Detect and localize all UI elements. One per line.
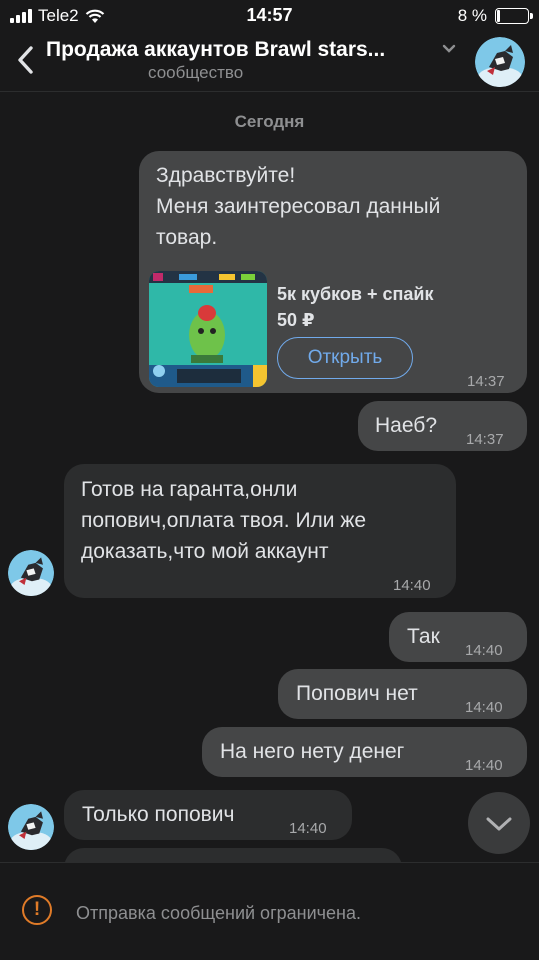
message-text: Попович нет	[296, 682, 418, 705]
message-bubble-in[interactable]: Готов на гаранта,онли попович,оплата тво…	[64, 464, 456, 598]
message-text: На него нету денег	[220, 740, 405, 763]
status-bar: Tele2 14:57 8 %	[0, 0, 539, 30]
chat-title-area[interactable]: Продажа аккаунтов Brawl stars...	[46, 38, 466, 62]
message-time: 14:40	[289, 820, 327, 837]
battery-percent: 8 %	[457, 6, 487, 25]
message-bubble-out[interactable]: На него нету денег 14:40	[202, 727, 527, 777]
message-text: Так	[407, 625, 440, 648]
message-time: 14:40	[393, 577, 431, 594]
message-time: 14:40	[465, 757, 503, 774]
message-line: товар.	[156, 226, 218, 249]
chat-subtitle: сообщество	[148, 63, 244, 82]
product-price: 50 ₽	[277, 310, 315, 330]
message-text: Только попович	[82, 803, 235, 826]
battery-icon	[495, 8, 533, 24]
sender-avatar[interactable]	[8, 804, 54, 850]
message-line: доказать,что мой аккаунт	[81, 540, 329, 563]
message-bubble-out[interactable]: Наеб? 14:37	[358, 401, 527, 451]
chat-title: Продажа аккаунтов Brawl stars...	[46, 38, 386, 61]
chevron-down-icon[interactable]	[442, 44, 456, 54]
open-product-button[interactable]: Открыть	[277, 337, 413, 379]
message-time: 14:40	[465, 699, 503, 716]
message-line: Здравствуйте!	[156, 164, 296, 187]
message-text: Наеб?	[375, 414, 437, 437]
restriction-notice: Отправка сообщений ограничена.	[76, 903, 361, 923]
chevron-left-icon[interactable]	[14, 44, 38, 76]
chat-header: Продажа аккаунтов Brawl stars... сообщес…	[0, 30, 539, 92]
message-bubble-out[interactable]: Здравствуйте! Меня заинтересовал данный …	[139, 151, 527, 393]
date-separator: Сегодня	[234, 112, 305, 131]
message-bubble-in[interactable]: Только попович 14:40	[64, 790, 352, 840]
message-line: Готов на гаранта,онли	[81, 478, 298, 501]
product-image[interactable]	[149, 271, 267, 387]
composer-restricted: ! Отправка сообщений ограничена.	[0, 862, 539, 960]
exclamation-circle-icon: !	[22, 895, 52, 925]
message-line: попович,оплата твоя. Или же	[81, 509, 367, 532]
chevron-down-icon	[486, 817, 512, 831]
message-time: 14:37	[466, 431, 504, 448]
community-avatar[interactable]	[475, 37, 525, 87]
message-time: 14:37	[467, 373, 505, 390]
message-line: Меня заинтересовал данный	[156, 195, 441, 218]
sender-avatar[interactable]	[8, 550, 54, 596]
message-bubble-out[interactable]: Попович нет 14:40	[278, 669, 527, 719]
message-time: 14:40	[465, 642, 503, 659]
message-bubble-out[interactable]: Так 14:40	[389, 612, 527, 662]
status-right: 8 %	[457, 6, 533, 26]
scroll-down-button[interactable]	[468, 792, 530, 854]
